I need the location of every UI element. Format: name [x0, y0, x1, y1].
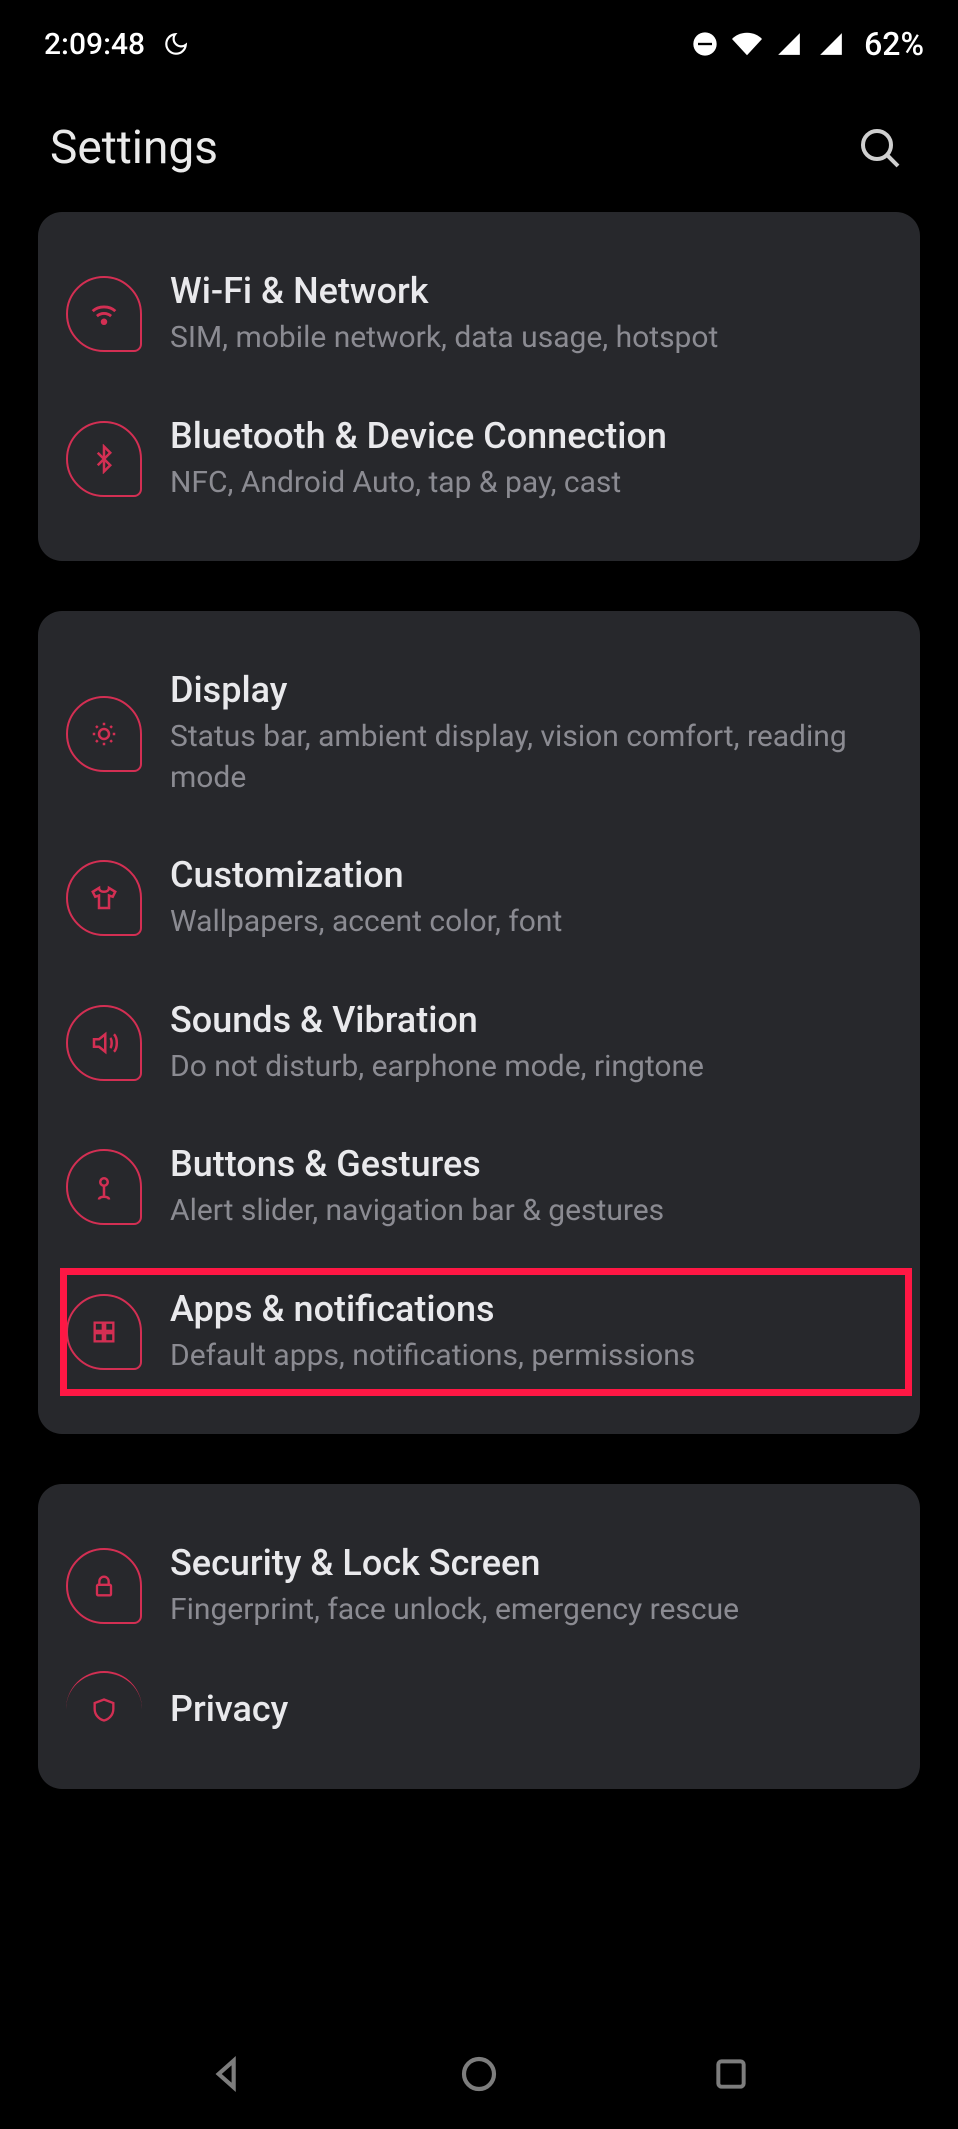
signal-1-icon: [774, 29, 804, 59]
row-subtitle: Do not disturb, earphone mode, ringtone: [170, 1047, 884, 1088]
recents-button[interactable]: [706, 2049, 756, 2099]
page-title: Settings: [50, 121, 218, 175]
row-title: Privacy: [170, 1688, 884, 1730]
row-subtitle: Alert slider, navigation bar & gestures: [170, 1191, 884, 1232]
navigation-bar: [0, 2019, 958, 2129]
shirt-icon: [66, 860, 142, 936]
settings-row-sounds[interactable]: Sounds & Vibration Do not disturb, earph…: [38, 971, 920, 1116]
volume-icon: [66, 1005, 142, 1081]
settings-row-security[interactable]: Security & Lock Screen Fingerprint, face…: [38, 1514, 920, 1659]
row-title: Display: [170, 669, 884, 711]
home-button[interactable]: [454, 2049, 504, 2099]
row-title: Sounds & Vibration: [170, 999, 884, 1041]
settings-group: Display Status bar, ambient display, vis…: [38, 611, 920, 1434]
settings-group: Wi-Fi & Network SIM, mobile network, dat…: [38, 212, 920, 561]
lock-icon: [66, 1548, 142, 1624]
settings-group: Security & Lock Screen Fingerprint, face…: [38, 1484, 920, 1789]
dnd-icon: [690, 29, 720, 59]
signal-2-icon: [816, 29, 846, 59]
row-subtitle: Fingerprint, face unlock, emergency resc…: [170, 1590, 884, 1631]
settings-row-display[interactable]: Display Status bar, ambient display, vis…: [38, 641, 920, 826]
shield-icon: [66, 1671, 142, 1747]
page-header: Settings: [0, 70, 958, 212]
settings-row-wifi[interactable]: Wi-Fi & Network SIM, mobile network, dat…: [38, 242, 920, 387]
status-bar: 2:09:48 62%: [0, 0, 958, 70]
row-title: Bluetooth & Device Connection: [170, 415, 884, 457]
row-subtitle: Default apps, notifications, permissions: [170, 1336, 884, 1377]
row-subtitle: Status bar, ambient display, vision comf…: [170, 717, 884, 798]
brightness-icon: [66, 696, 142, 772]
bedtime-icon: [161, 29, 191, 59]
settings-row-bluetooth[interactable]: Bluetooth & Device Connection NFC, Andro…: [38, 387, 920, 532]
settings-row-privacy[interactable]: Privacy: [38, 1659, 920, 1759]
row-title: Security & Lock Screen: [170, 1542, 884, 1584]
battery-text: 62%: [864, 25, 924, 63]
row-subtitle: NFC, Android Auto, tap & pay, cast: [170, 463, 884, 504]
row-title: Wi-Fi & Network: [170, 270, 884, 312]
settings-row-buttons[interactable]: Buttons & Gestures Alert slider, navigat…: [38, 1115, 920, 1260]
touch-icon: [66, 1149, 142, 1225]
row-subtitle: Wallpapers, accent color, font: [170, 902, 884, 943]
settings-row-apps[interactable]: Apps & notifications Default apps, notif…: [38, 1260, 920, 1405]
wifi-icon: [66, 276, 142, 352]
settings-row-customization[interactable]: Customization Wallpapers, accent color, …: [38, 826, 920, 971]
row-subtitle: SIM, mobile network, data usage, hotspot: [170, 318, 884, 359]
bluetooth-icon: [66, 421, 142, 497]
search-button[interactable]: [852, 120, 908, 176]
settings-list: Wi-Fi & Network SIM, mobile network, dat…: [0, 212, 958, 1789]
wifi-status-icon: [732, 29, 762, 59]
back-button[interactable]: [202, 2049, 252, 2099]
row-title: Customization: [170, 854, 884, 896]
clock-text: 2:09:48: [44, 27, 145, 62]
row-title: Buttons & Gestures: [170, 1143, 884, 1185]
apps-icon: [66, 1294, 142, 1370]
row-title: Apps & notifications: [170, 1288, 884, 1330]
